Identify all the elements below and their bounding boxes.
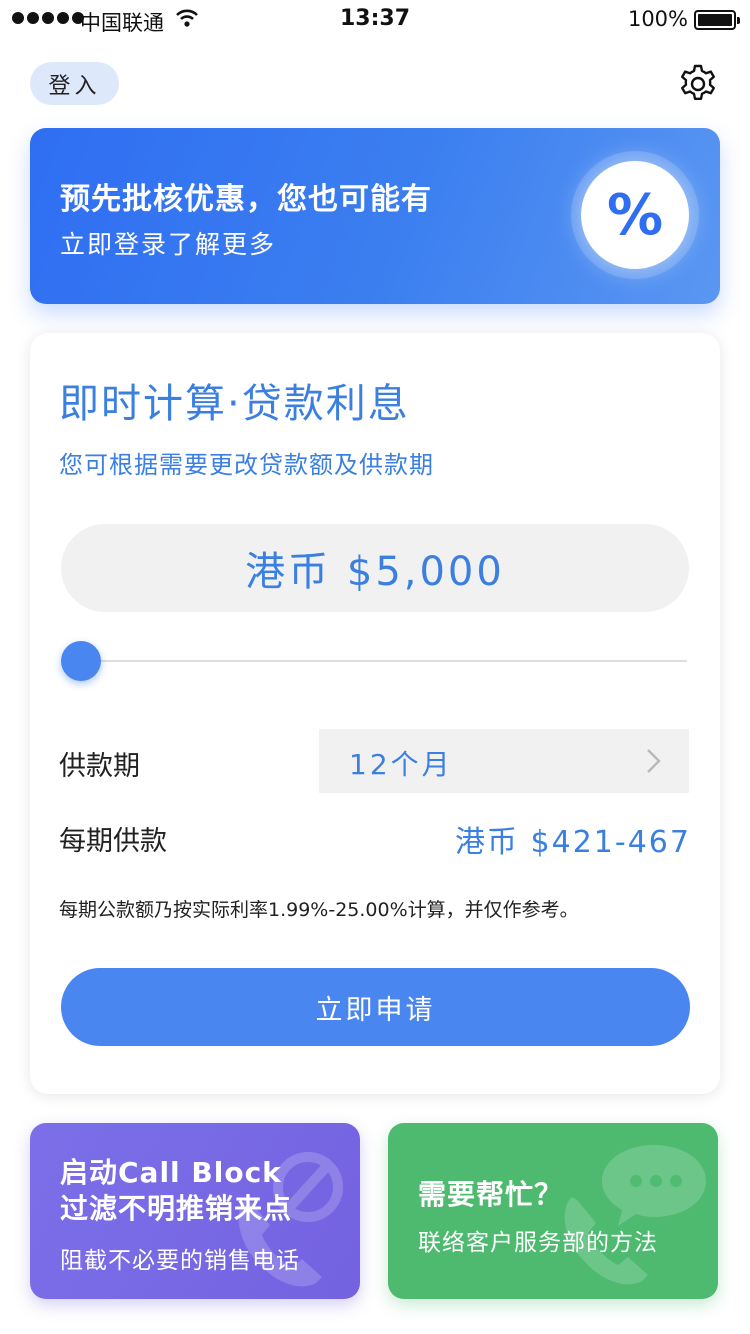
payment-label: 每期供款 xyxy=(59,826,167,857)
payment-value: 港币 $421-467 xyxy=(455,825,691,860)
callblock-subtitle: 阻截不必要的销售电话 xyxy=(60,1248,300,1274)
callblock-card[interactable]: 启动Call Block 过滤不明推销来点 阻截不必要的销售电话 xyxy=(30,1123,360,1299)
promo-subtitle: 立即登录了解更多 xyxy=(60,230,277,259)
percent-icon: % xyxy=(581,161,689,269)
disclaimer-text: 每期公款额乃按实际利率1.99%-25.00%计算，并仅作参考。 xyxy=(59,899,579,921)
loan-calculator-screen: 中国联通 13:37 100% 登入 预先批核优惠，您也可能有 立即登录了解更多… xyxy=(0,0,750,1334)
callblock-title-line1: 启动Call Block xyxy=(60,1156,282,1189)
promo-title: 预先批核优惠，您也可能有 xyxy=(60,182,432,217)
loan-amount-slider-thumb[interactable] xyxy=(61,641,101,681)
battery-percentage: 100% xyxy=(627,7,688,31)
loan-amount-slider-track[interactable] xyxy=(80,660,687,662)
callblock-title-line2: 过滤不明推销来点 xyxy=(60,1192,293,1225)
help-card[interactable]: 需要帮忙？ 联络客户服务部的方法 xyxy=(388,1123,718,1299)
battery-icon xyxy=(694,10,740,30)
loan-calculator-card: 即时计算·贷款利息 您可根据需要更改贷款额及供款期 港币 $5,000 供款期 … xyxy=(30,333,720,1094)
percent-symbol: % xyxy=(606,182,664,248)
calculator-subtitle: 您可根据需要更改贷款额及供款期 xyxy=(59,451,434,479)
help-subtitle: 联络客户服务部的方法 xyxy=(418,1230,658,1256)
loan-amount-display[interactable]: 港币 $5,000 xyxy=(61,524,689,612)
help-title: 需要帮忙？ xyxy=(418,1178,564,1211)
term-value: 12个月 xyxy=(349,748,453,781)
apply-button[interactable]: 立即申请 xyxy=(61,968,690,1046)
status-bar: 中国联通 13:37 100% xyxy=(0,0,750,40)
login-button[interactable]: 登入 xyxy=(30,62,119,105)
calculator-title: 即时计算·贷款利息 xyxy=(59,381,410,427)
gear-icon[interactable] xyxy=(676,62,720,106)
chat-phone-icon xyxy=(564,1145,706,1285)
term-select[interactable]: 12个月 xyxy=(319,729,689,793)
promo-banner[interactable]: 预先批核优惠，您也可能有 立即登录了解更多 % xyxy=(30,128,720,304)
term-label: 供款期 xyxy=(59,751,140,782)
chevron-right-icon xyxy=(647,749,661,773)
